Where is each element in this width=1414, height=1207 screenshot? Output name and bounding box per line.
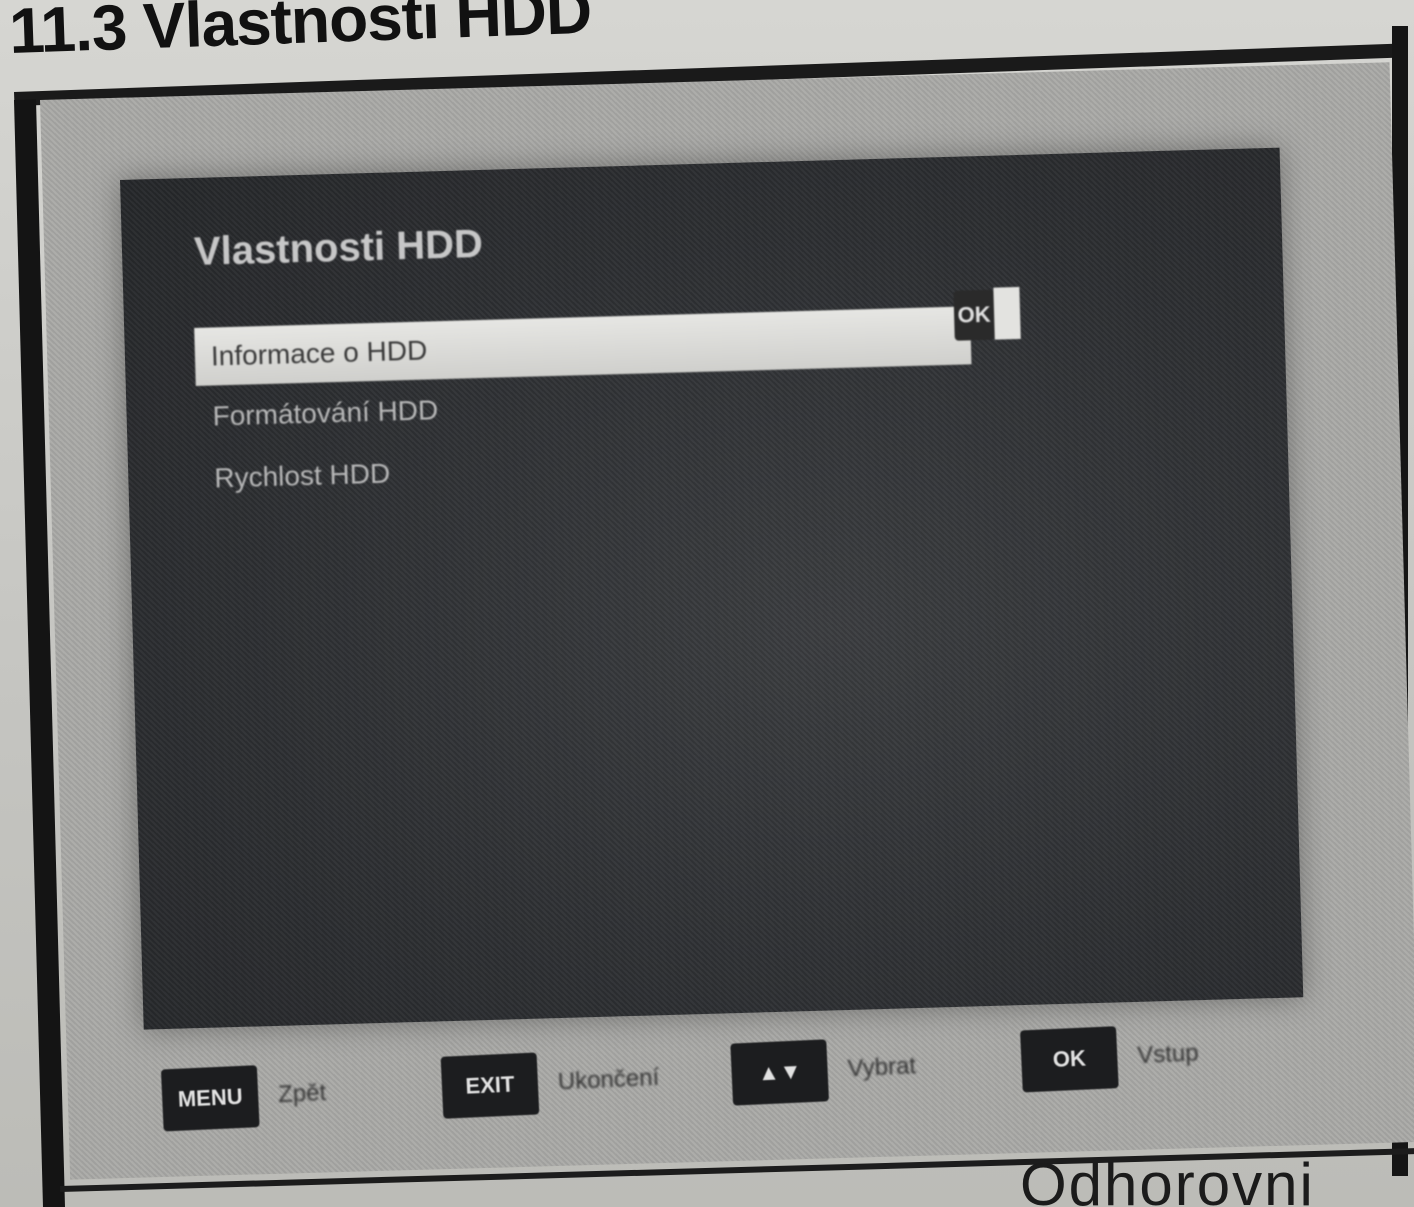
ok-chip: OK: [953, 289, 995, 341]
selection-bar-tail: [993, 286, 1021, 340]
menu-key-icon: MENU: [160, 1065, 260, 1132]
document-page: 11.3 Vlastnosti HDD Vlastnosti HDD Infor…: [0, 0, 1414, 1207]
exit-key-icon: EXIT: [440, 1052, 540, 1119]
ok-key-icon: OK: [1020, 1026, 1119, 1093]
osd-menu-list: Informace o HDD OK Formátování HDD Rychl…: [194, 286, 1021, 510]
legend-item-exit: EXIT Ukončení: [440, 1047, 661, 1119]
arrow-keys-icon: ▲▼: [730, 1039, 830, 1106]
menu-item-label: Formátování HDD: [212, 394, 439, 432]
menu-item-label: Informace o HDD: [210, 334, 428, 372]
legend-label: Zpět: [277, 1079, 327, 1109]
section-heading: 11.3 Vlastnosti HDD: [8, 0, 593, 67]
legend-item-navigate: ▲▼ Vybrat: [730, 1035, 917, 1106]
legend-label: Ukončení: [557, 1063, 660, 1096]
legend-label: Vstup: [1136, 1039, 1200, 1070]
osd-menu-panel: Vlastnosti HDD Informace o HDD OK Formát…: [120, 147, 1304, 1030]
osd-title: Vlastnosti HDD: [193, 221, 484, 274]
menu-item-label: Rychlost HDD: [213, 457, 391, 494]
legend-item-ok: OK Vstup: [1020, 1022, 1200, 1093]
legend-item-menu: MENU Zpět: [160, 1062, 328, 1132]
legend-label: Vybrat: [846, 1052, 917, 1083]
cropped-body-text: Odhorovni: [1020, 1151, 1315, 1207]
